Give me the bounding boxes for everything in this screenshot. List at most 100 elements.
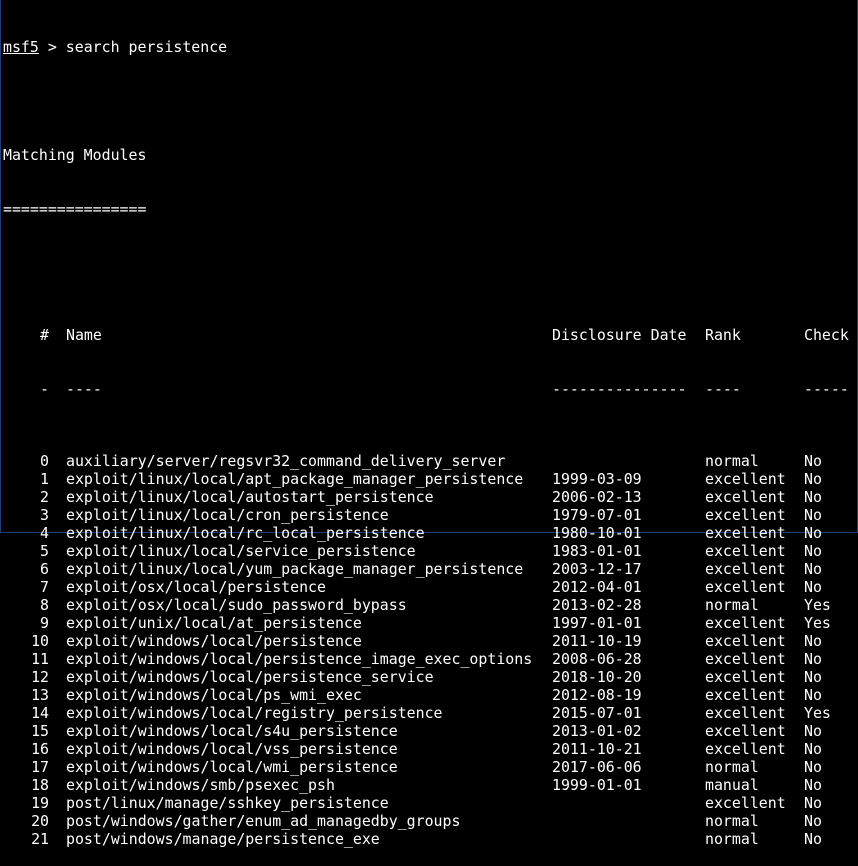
module-rank: normal xyxy=(705,812,759,830)
module-rank: excellent xyxy=(705,470,786,488)
module-rank: excellent xyxy=(705,794,786,812)
module-disclosure-date: 2011-10-19 xyxy=(552,632,642,650)
module-name: exploit/windows/local/persistence_image_… xyxy=(66,650,533,668)
module-index: 14 xyxy=(31,704,49,722)
module-list: 0 auxiliary/server/regsvr32_command_deliv… xyxy=(3,452,857,848)
module-rank: normal xyxy=(705,758,759,776)
module-rank: manual xyxy=(705,776,759,794)
module-name: exploit/linux/local/service_persistence xyxy=(66,542,416,560)
module-check: Yes xyxy=(804,614,831,632)
module-disclosure-date: 2008-06-28 xyxy=(552,650,642,668)
table-row: 0 auxiliary/server/regsvr32_command_deliv… xyxy=(3,452,857,470)
module-index: 20 xyxy=(31,812,49,830)
module-name: exploit/windows/local/registry_persisten… xyxy=(66,704,443,722)
module-disclosure-date: 2013-01-02 xyxy=(552,722,642,740)
table-row: 16 exploit/windows/local/vss_persistence 2… xyxy=(3,740,857,758)
results-title: Matching Modules xyxy=(3,146,147,164)
module-check: Yes xyxy=(804,596,831,614)
module-index: 17 xyxy=(31,758,49,776)
module-check: No xyxy=(804,452,822,470)
module-check: No xyxy=(804,578,822,596)
module-disclosure-date: 2006-02-13 xyxy=(552,488,642,506)
module-name: exploit/windows/local/vss_persistence xyxy=(66,740,398,758)
table-row: 12 exploit/windows/local/persistence_serv… xyxy=(3,668,857,686)
module-rank: excellent xyxy=(705,632,786,650)
table-row: 10 exploit/windows/local/persistence 2011-… xyxy=(3,632,857,650)
column-header-name: Name xyxy=(66,326,102,344)
module-name: exploit/windows/local/wmi_persistence xyxy=(66,758,398,776)
module-index: 13 xyxy=(31,686,49,704)
table-row: 21 post/windows/manage/persistence_exe nor… xyxy=(3,830,857,848)
table-row: 19 post/linux/manage/sshkey_persistence ex… xyxy=(3,794,857,812)
module-index: 0 xyxy=(40,452,49,470)
module-name: exploit/windows/smb/psexec_psh xyxy=(66,776,335,794)
module-disclosure-date: 1980-10-01 xyxy=(552,524,642,542)
module-rank: excellent xyxy=(705,614,786,632)
module-name: post/linux/manage/sshkey_persistence xyxy=(66,794,389,812)
module-index: 11 xyxy=(31,650,49,668)
prompt-name: msf5 xyxy=(3,38,39,56)
table-row: 1 exploit/linux/local/apt_package_manager… xyxy=(3,470,857,488)
module-rank: excellent xyxy=(705,524,786,542)
module-name: exploit/linux/local/yum_package_manager_… xyxy=(66,560,524,578)
table-row: 14 exploit/windows/local/registry_persist… xyxy=(3,704,857,722)
module-name: exploit/windows/local/persistence_servic… xyxy=(66,668,434,686)
module-rank: excellent xyxy=(705,650,786,668)
module-name: exploit/osx/local/sudo_password_bypass xyxy=(66,596,407,614)
module-check: No xyxy=(804,488,822,506)
module-check: No xyxy=(804,794,822,812)
module-disclosure-date: 2017-06-06 xyxy=(552,758,642,776)
module-disclosure-date: 1979-07-01 xyxy=(552,506,642,524)
module-rank: excellent xyxy=(705,740,786,758)
module-check: No xyxy=(804,830,822,848)
module-rank: excellent xyxy=(705,578,786,596)
table-row: 8 exploit/osx/local/sudo_password_bypass 2… xyxy=(3,596,857,614)
module-name: post/windows/manage/persistence_exe xyxy=(66,830,380,848)
column-header-rank: Rank xyxy=(705,326,741,344)
column-header-check: Check xyxy=(804,326,849,344)
module-disclosure-date: 2018-10-20 xyxy=(552,668,642,686)
module-rank: normal xyxy=(705,830,759,848)
module-disclosure-date: 1999-01-01 xyxy=(552,776,642,794)
module-name: exploit/unix/local/at_persistence xyxy=(66,614,362,632)
module-check: No xyxy=(804,650,822,668)
module-rank: excellent xyxy=(705,686,786,704)
module-check: No xyxy=(804,470,822,488)
module-disclosure-date: 2003-12-17 xyxy=(552,560,642,578)
module-rank: excellent xyxy=(705,488,786,506)
table-row: 13 exploit/windows/local/ps_wmi_exec 2012-… xyxy=(3,686,857,704)
module-index: 10 xyxy=(31,632,49,650)
table-row: 20 post/windows/gather/enum_ad_managedby_… xyxy=(3,812,857,830)
module-check: No xyxy=(804,560,822,578)
module-disclosure-date: 2013-02-28 xyxy=(552,596,642,614)
table-row: 6 exploit/linux/local/yum_package_manager… xyxy=(3,560,857,578)
module-check: No xyxy=(804,542,822,560)
module-name: post/windows/gather/enum_ad_managedby_gr… xyxy=(66,812,461,830)
table-row: 17 exploit/windows/local/wmi_persistence 2… xyxy=(3,758,857,776)
module-check: Yes xyxy=(804,704,831,722)
module-index: 16 xyxy=(31,740,49,758)
module-name: auxiliary/server/regsvr32_command_delive… xyxy=(66,452,506,470)
table-row: 15 exploit/windows/local/s4u_persistence 2… xyxy=(3,722,857,740)
module-index: 2 xyxy=(40,488,49,506)
module-disclosure-date: 1983-01-01 xyxy=(552,542,642,560)
module-name: exploit/osx/local/persistence xyxy=(66,578,326,596)
divider-rank: ---- xyxy=(705,380,741,398)
module-index: 18 xyxy=(31,776,49,794)
terminal-output[interactable]: msf5 > search persistence Matching Modul… xyxy=(3,2,857,866)
module-index: 6 xyxy=(40,560,49,578)
module-name: exploit/windows/local/ps_wmi_exec xyxy=(66,686,362,704)
module-check: No xyxy=(804,686,822,704)
module-disclosure-date: 1997-01-01 xyxy=(552,614,642,632)
module-check: No xyxy=(804,722,822,740)
command-text: search persistence xyxy=(65,38,228,56)
divider-date: --------------- xyxy=(552,380,687,398)
prompt-symbol: > xyxy=(47,38,57,56)
module-disclosure-date: 2011-10-21 xyxy=(552,740,642,758)
module-name: exploit/linux/local/apt_package_manager_… xyxy=(66,470,524,488)
table-divider-row: - ---- --------------- ---- ----- xyxy=(3,380,857,398)
table-row: 5 exploit/linux/local/service_persistence… xyxy=(3,542,857,560)
module-check: No xyxy=(804,632,822,650)
